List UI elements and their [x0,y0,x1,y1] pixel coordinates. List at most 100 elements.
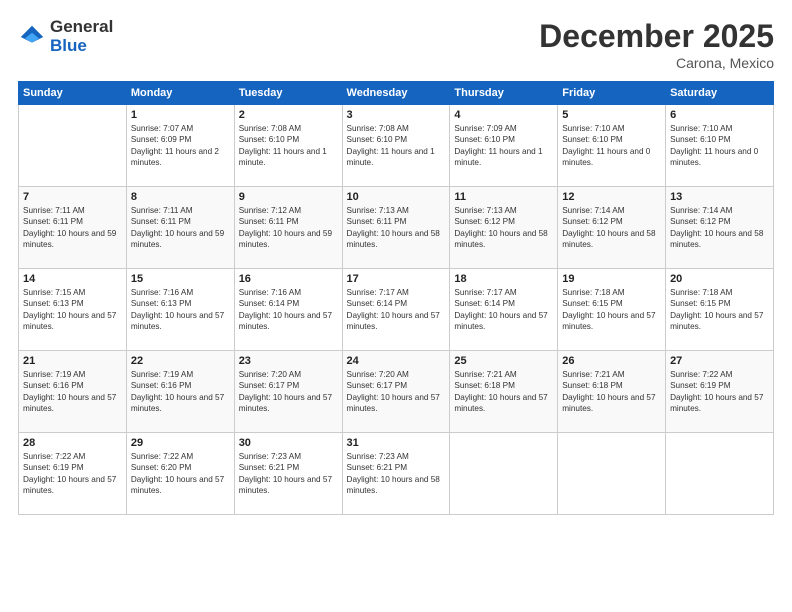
day-number: 1 [131,109,230,121]
day-number: 9 [239,191,338,203]
day-number: 5 [562,109,661,121]
day-number: 31 [347,437,446,449]
day-number: 12 [562,191,661,203]
day-info: Sunrise: 7:20 AMSunset: 6:17 PMDaylight:… [347,369,446,415]
day-info: Sunrise: 7:11 AMSunset: 6:11 PMDaylight:… [131,205,230,251]
day-number: 19 [562,273,661,285]
day-info: Sunrise: 7:07 AMSunset: 6:09 PMDaylight:… [131,123,230,169]
day-number: 4 [454,109,553,121]
day-info: Sunrise: 7:21 AMSunset: 6:18 PMDaylight:… [562,369,661,415]
day-info: Sunrise: 7:10 AMSunset: 6:10 PMDaylight:… [562,123,661,169]
day-header: Saturday [666,82,774,105]
calendar-day-cell: 30Sunrise: 7:23 AMSunset: 6:21 PMDayligh… [234,433,342,515]
calendar-day-cell: 15 Sunrise: 7:16 AMSunset: 6:13 PMDayligh… [126,269,234,351]
calendar-day-cell: 5 Sunrise: 7:10 AMSunset: 6:10 PMDaylight… [558,105,666,187]
day-header: Monday [126,82,234,105]
calendar-week-row: 1 Sunrise: 7:07 AMSunset: 6:09 PMDaylight… [19,105,774,187]
day-info: Sunrise: 7:17 AMSunset: 6:14 PMDaylight:… [347,287,446,333]
calendar-week-row: 7 Sunrise: 7:11 AMSunset: 6:11 PMDaylight… [19,187,774,269]
day-info: Sunrise: 7:14 AMSunset: 6:12 PMDaylight:… [670,205,769,251]
day-info: Sunrise: 7:19 AMSunset: 6:16 PMDaylight:… [131,369,230,415]
day-number: 13 [670,191,769,203]
day-info: Sunrise: 7:16 AMSunset: 6:14 PMDaylight:… [239,287,338,333]
day-info: Sunrise: 7:22 AMSunset: 6:19 PMDaylight:… [23,451,122,497]
day-info: Sunrise: 7:19 AMSunset: 6:16 PMDaylight:… [23,369,122,415]
day-number: 3 [347,109,446,121]
calendar-day-cell: 16 Sunrise: 7:16 AMSunset: 6:14 PMDayligh… [234,269,342,351]
day-header: Sunday [19,82,127,105]
calendar-day-cell: 7 Sunrise: 7:11 AMSunset: 6:11 PMDaylight… [19,187,127,269]
calendar-day-cell: 29Sunrise: 7:22 AMSunset: 6:20 PMDayligh… [126,433,234,515]
calendar-day-cell [19,105,127,187]
day-info: Sunrise: 7:08 AMSunset: 6:10 PMDaylight:… [239,123,338,169]
day-info: Sunrise: 7:20 AMSunset: 6:17 PMDaylight:… [239,369,338,415]
calendar-day-cell: 4 Sunrise: 7:09 AMSunset: 6:10 PMDaylight… [450,105,558,187]
day-number: 8 [131,191,230,203]
day-number: 24 [347,355,446,367]
calendar-day-cell: 3 Sunrise: 7:08 AMSunset: 6:10 PMDaylight… [342,105,450,187]
header-row: SundayMondayTuesdayWednesdayThursdayFrid… [19,82,774,105]
day-number: 6 [670,109,769,121]
day-info: Sunrise: 7:08 AMSunset: 6:10 PMDaylight:… [347,123,446,169]
calendar-day-cell: 18 Sunrise: 7:17 AMSunset: 6:14 PMDayligh… [450,269,558,351]
day-info: Sunrise: 7:13 AMSunset: 6:11 PMDaylight:… [347,205,446,251]
day-number: 10 [347,191,446,203]
calendar-day-cell: 26 Sunrise: 7:21 AMSunset: 6:18 PMDayligh… [558,351,666,433]
logo-general: General [50,18,113,37]
calendar-week-row: 28 Sunrise: 7:22 AMSunset: 6:19 PMDayligh… [19,433,774,515]
day-header: Wednesday [342,82,450,105]
calendar-day-cell [450,433,558,515]
day-info: Sunrise: 7:16 AMSunset: 6:13 PMDaylight:… [131,287,230,333]
day-info: Sunrise: 7:14 AMSunset: 6:12 PMDaylight:… [562,205,661,251]
day-info: Sunrise: 7:22 AMSunset: 6:19 PMDaylight:… [670,369,769,415]
calendar-day-cell: 28 Sunrise: 7:22 AMSunset: 6:19 PMDayligh… [19,433,127,515]
day-number: 7 [23,191,122,203]
calendar-day-cell: 19Sunrise: 7:18 AMSunset: 6:15 PMDayligh… [558,269,666,351]
title-block: December 2025 Carona, Mexico [539,18,774,71]
calendar-day-cell: 6 Sunrise: 7:10 AMSunset: 6:10 PMDaylight… [666,105,774,187]
day-number: 21 [23,355,122,367]
page: General Blue December 2025 Carona, Mexic… [0,0,792,612]
calendar-day-cell: 17 Sunrise: 7:17 AMSunset: 6:14 PMDayligh… [342,269,450,351]
day-info: Sunrise: 7:23 AMSunset: 6:21 PMDaylight:… [347,451,446,497]
day-header: Friday [558,82,666,105]
calendar-week-row: 14Sunrise: 7:15 AMSunset: 6:13 PMDayligh… [19,269,774,351]
logo: General Blue [18,18,113,55]
calendar-day-cell: 20Sunrise: 7:18 AMSunset: 6:15 PMDayligh… [666,269,774,351]
calendar-day-cell: 21 Sunrise: 7:19 AMSunset: 6:16 PMDayligh… [19,351,127,433]
calendar-day-cell: 13 Sunrise: 7:14 AMSunset: 6:12 PMDayligh… [666,187,774,269]
day-info: Sunrise: 7:10 AMSunset: 6:10 PMDaylight:… [670,123,769,169]
calendar-day-cell: 24 Sunrise: 7:20 AMSunset: 6:17 PMDayligh… [342,351,450,433]
calendar-table: SundayMondayTuesdayWednesdayThursdayFrid… [18,81,774,515]
day-number: 23 [239,355,338,367]
calendar-day-cell: 8 Sunrise: 7:11 AMSunset: 6:11 PMDaylight… [126,187,234,269]
day-number: 25 [454,355,553,367]
calendar-day-cell: 22 Sunrise: 7:19 AMSunset: 6:16 PMDayligh… [126,351,234,433]
logo-blue: Blue [50,37,113,56]
calendar-day-cell: 10 Sunrise: 7:13 AMSunset: 6:11 PMDayligh… [342,187,450,269]
logo-icon [18,23,46,51]
day-info: Sunrise: 7:17 AMSunset: 6:14 PMDaylight:… [454,287,553,333]
calendar-day-cell: 31 Sunrise: 7:23 AMSunset: 6:21 PMDayligh… [342,433,450,515]
day-number: 14 [23,273,122,285]
day-number: 16 [239,273,338,285]
calendar-day-cell [666,433,774,515]
day-number: 28 [23,437,122,449]
logo-text: General Blue [50,18,113,55]
day-number: 26 [562,355,661,367]
day-info: Sunrise: 7:09 AMSunset: 6:10 PMDaylight:… [454,123,553,169]
day-header: Thursday [450,82,558,105]
calendar-day-cell: 2 Sunrise: 7:08 AMSunset: 6:10 PMDaylight… [234,105,342,187]
day-number: 30 [239,437,338,449]
day-number: 2 [239,109,338,121]
day-number: 17 [347,273,446,285]
day-number: 18 [454,273,553,285]
location-subtitle: Carona, Mexico [539,55,774,71]
day-number: 22 [131,355,230,367]
day-header: Tuesday [234,82,342,105]
day-number: 15 [131,273,230,285]
calendar-day-cell: 1 Sunrise: 7:07 AMSunset: 6:09 PMDaylight… [126,105,234,187]
day-number: 20 [670,273,769,285]
day-info: Sunrise: 7:13 AMSunset: 6:12 PMDaylight:… [454,205,553,251]
day-info: Sunrise: 7:11 AMSunset: 6:11 PMDaylight:… [23,205,122,251]
